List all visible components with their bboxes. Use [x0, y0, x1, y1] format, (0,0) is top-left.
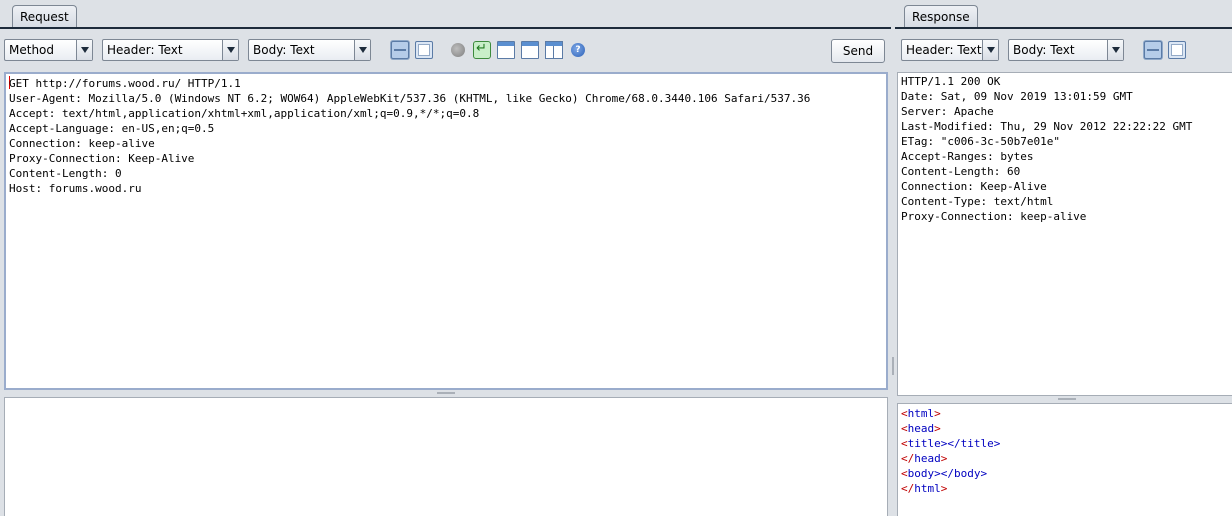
method-select[interactable]: Method: [4, 39, 93, 61]
response-pane: Response Header: Text Body: Text HTTP/1.…: [895, 0, 1232, 516]
header-date: Date: Sat, 09 Nov 2019 13:01:59 GMT: [901, 90, 1133, 103]
response-splitter[interactable]: [897, 396, 1232, 402]
list-window-icon[interactable]: [521, 41, 539, 59]
header-etag: ETag: "c006-3c-50b7e01e": [901, 135, 1060, 148]
splitter-grip[interactable]: [437, 392, 455, 394]
request-splitter[interactable]: [4, 390, 888, 396]
response-header-view-value: Header: Text: [906, 43, 982, 57]
request-header-view-select[interactable]: Header: Text: [102, 39, 239, 61]
split-horizontal-icon[interactable]: [1144, 41, 1162, 59]
html-line: <title></title>: [901, 437, 1001, 450]
response-headers-text: HTTP/1.1 200 OK Date: Sat, 09 Nov 2019 1…: [898, 73, 1232, 224]
return-icon[interactable]: [473, 41, 491, 59]
response-body-view[interactable]: <html> <head> <title></title> </head> <b…: [897, 403, 1232, 516]
tab-divider: [895, 27, 1232, 29]
html-line: <html>: [901, 407, 941, 420]
chevron-down-icon[interactable]: [222, 40, 238, 60]
request-headers-editor[interactable]: GET http://forums.wood.ru/ HTTP/1.1 User…: [4, 72, 888, 390]
response-headers-view[interactable]: HTTP/1.1 200 OK Date: Sat, 09 Nov 2019 1…: [897, 72, 1232, 396]
html-line: <head>: [901, 422, 941, 435]
stop-icon[interactable]: [451, 43, 465, 57]
header-server: Server: Apache: [901, 105, 994, 118]
window-icon[interactable]: [497, 41, 515, 59]
header-accept-ranges: Accept-Ranges: bytes: [901, 150, 1034, 163]
response-body-view-value: Body: Text: [1013, 43, 1075, 57]
tab-response[interactable]: Response: [904, 5, 978, 28]
request-line: GET http://forums.wood.ru/ HTTP/1.1: [9, 77, 241, 90]
response-tabbar: Response: [895, 0, 1232, 29]
response-body-text: <html> <head> <title></title> </head> <b…: [898, 404, 1232, 496]
request-body-view-value: Body: Text: [253, 43, 315, 57]
request-body-editor[interactable]: [4, 397, 888, 516]
html-line: </head>: [901, 452, 948, 465]
method-select-value: Method: [9, 43, 55, 57]
request-toolbar: Method Header: Text Body: Text ? Send: [0, 36, 891, 64]
header-content-type: Content-Type: text/html: [901, 195, 1054, 208]
tab-request[interactable]: Request: [12, 5, 77, 28]
header-content-length: Content-Length: 60: [901, 165, 1021, 178]
request-headers-text: GET http://forums.wood.ru/ HTTP/1.1 User…: [6, 74, 886, 196]
columns-icon[interactable]: [545, 41, 563, 59]
header-host: Host: forums.wood.ru: [9, 182, 142, 195]
chevron-down-icon[interactable]: [76, 40, 92, 60]
chevron-down-icon[interactable]: [982, 40, 998, 60]
header-last-modified: Last-Modified: Thu, 29 Nov 2012 22:22:22…: [901, 120, 1193, 133]
header-connection: Connection: keep-alive: [9, 137, 155, 150]
chevron-down-icon[interactable]: [1107, 40, 1123, 60]
request-body-view-select[interactable]: Body: Text: [248, 39, 371, 61]
request-header-view-value: Header: Text: [107, 43, 183, 57]
splitter-grip[interactable]: [1058, 398, 1076, 400]
html-line: </html>: [901, 482, 948, 495]
split-horizontal-icon[interactable]: [391, 41, 409, 59]
splitter-grip[interactable]: [892, 357, 894, 375]
response-body-view-select[interactable]: Body: Text: [1008, 39, 1124, 61]
tab-divider: [0, 27, 891, 29]
header-connection: Connection: Keep-Alive: [901, 180, 1047, 193]
request-pane: Request Method Header: Text Body: Text ↵…: [0, 0, 891, 516]
send-button[interactable]: Send: [831, 39, 885, 63]
response-toolbar: Header: Text Body: Text: [895, 36, 1232, 64]
header-accept-language: Accept-Language: en-US,en;q=0.5: [9, 122, 215, 135]
split-vertical-icon[interactable]: [415, 41, 433, 59]
header-user-agent: User-Agent: Mozilla/5.0 (Windows NT 6.2;…: [9, 92, 811, 105]
http-editor-window: Request Method Header: Text Body: Text ↵…: [0, 0, 1232, 516]
html-line: <body></body>: [901, 467, 988, 480]
request-tabbar: Request: [0, 0, 891, 29]
request-body-text: [5, 398, 887, 400]
status-line: HTTP/1.1 200 OK: [901, 75, 1001, 88]
header-proxy-connection: Proxy-Connection: keep-alive: [901, 210, 1087, 223]
header-proxy-connection: Proxy-Connection: Keep-Alive: [9, 152, 195, 165]
split-vertical-icon[interactable]: [1168, 41, 1186, 59]
response-header-view-select[interactable]: Header: Text: [901, 39, 999, 61]
header-accept: Accept: text/html,application/xhtml+xml,…: [9, 107, 480, 120]
chevron-down-icon[interactable]: [354, 40, 370, 60]
header-content-length: Content-Length: 0: [9, 167, 122, 180]
help-icon[interactable]: ?: [571, 43, 585, 57]
